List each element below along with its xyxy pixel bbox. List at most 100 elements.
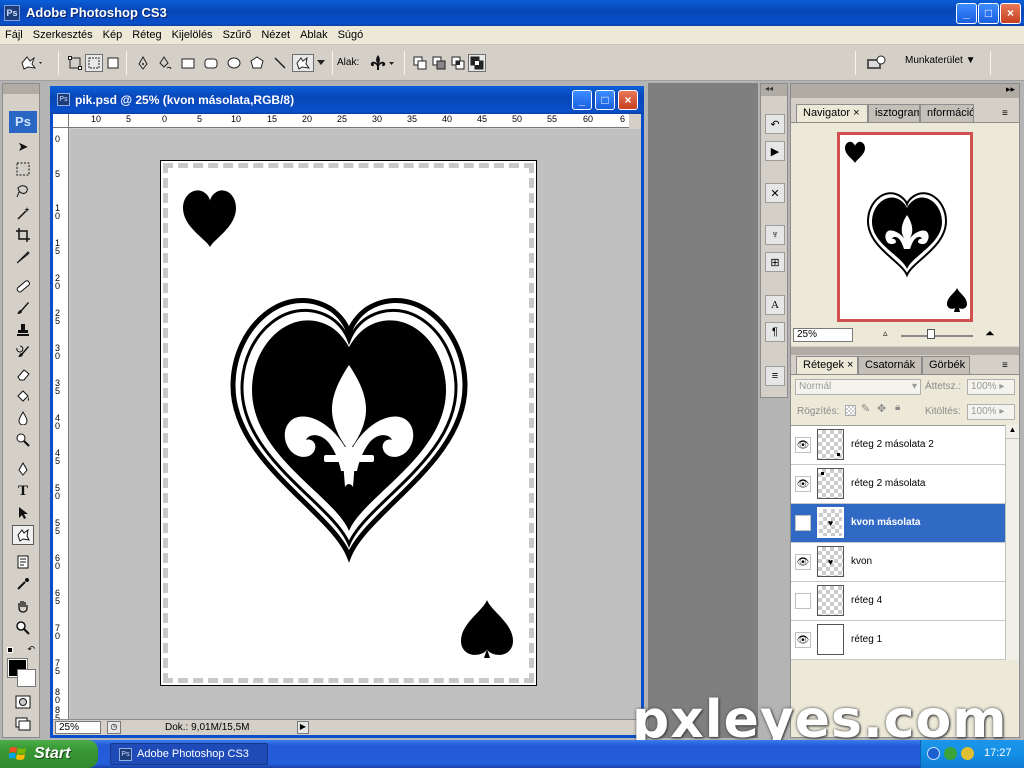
rectangle-option[interactable] (179, 54, 197, 72)
lock-pixels-icon[interactable]: ✎ (861, 402, 870, 415)
magic-wand-tool-icon[interactable] (12, 203, 34, 223)
navigator-preview[interactable] (837, 132, 973, 322)
menu-file[interactable]: Fájl (0, 26, 28, 41)
eye-hidden-toggle[interactable] (795, 593, 811, 609)
swap-colors-icon[interactable]: ↶ (7, 644, 35, 656)
move-tool-icon[interactable]: ➤ (12, 137, 34, 157)
vertical-ruler[interactable]: 0 5 1 0 1 5 2 0 2 5 3 0 3 5 4 0 4 5 5 0 … (53, 128, 69, 723)
tray-expand-icon[interactable] (927, 747, 940, 760)
menu-image[interactable]: Kép (98, 26, 128, 41)
lasso-tool-icon[interactable] (12, 181, 34, 201)
security-icon[interactable] (961, 747, 974, 760)
maximize-button[interactable]: □ (978, 3, 999, 24)
eraser-tool-icon[interactable] (12, 364, 34, 384)
character-panel-icon[interactable]: A (765, 295, 785, 315)
brushes-panel-icon[interactable]: ♆ (765, 225, 785, 245)
eye-icon[interactable]: 👁︎ (795, 554, 811, 570)
menu-help[interactable]: Súgó (333, 26, 369, 41)
paragraph-panel-icon[interactable]: ¶ (765, 322, 785, 342)
horizontal-ruler[interactable]: 10 5 0 5 10 15 20 25 30 35 40 45 50 55 6… (69, 114, 629, 128)
actions-panel-icon[interactable]: ▶ (765, 141, 785, 161)
paint-bucket-tool-icon[interactable] (12, 386, 34, 406)
combine-subtract-button[interactable] (430, 54, 448, 72)
tab-navigator[interactable]: Navigator × (796, 104, 868, 122)
bridge-button[interactable] (864, 54, 888, 72)
start-button[interactable]: Start (0, 740, 98, 768)
dock-grip[interactable]: ◂◂ (761, 84, 787, 96)
menu-select[interactable]: Kijelölés (167, 26, 218, 41)
paths-button[interactable] (85, 54, 103, 72)
line-option[interactable] (271, 54, 289, 72)
layers-panel-header[interactable] (791, 347, 1019, 355)
eye-icon[interactable]: 👁︎ (795, 437, 811, 453)
opacity-field[interactable]: 100% ▸ (967, 379, 1015, 395)
navigator-zoom-slider-track[interactable] (901, 335, 973, 337)
toolbox-grip[interactable] (3, 84, 39, 94)
eye-icon[interactable]: 👁︎ (795, 476, 811, 492)
background-color-swatch[interactable] (17, 669, 36, 687)
workspace-menu[interactable]: Munkaterület ▼ (905, 55, 976, 66)
combine-exclude-button[interactable] (468, 54, 486, 72)
polygon-option[interactable] (248, 54, 266, 72)
shape-layers-button[interactable] (66, 54, 84, 72)
layer-row[interactable]: 👁︎ réteg 1 (791, 621, 1005, 660)
layer-row[interactable]: réteg 4 (791, 582, 1005, 621)
healing-brush-tool-icon[interactable] (12, 276, 34, 296)
tool-presets-icon[interactable]: ✕ (765, 183, 785, 203)
menu-edit[interactable]: Szerkesztés (28, 26, 98, 41)
menu-layer[interactable]: Réteg (127, 26, 166, 41)
hand-tool-icon[interactable] (12, 596, 34, 616)
screen-mode-icon[interactable] (12, 714, 34, 734)
quick-mask-icon[interactable] (12, 692, 34, 712)
tab-channels[interactable]: Csatornák (858, 356, 922, 374)
freeform-pen-option[interactable] (156, 54, 174, 72)
navigator-zoom-field[interactable]: 25% (793, 328, 853, 342)
history-brush-tool-icon[interactable] (12, 342, 34, 362)
menu-view[interactable]: Nézet (256, 26, 295, 41)
lock-position-icon[interactable]: ✥ (877, 402, 886, 415)
layer-row[interactable]: 👁︎ réteg 2 másolata 2 (791, 426, 1005, 465)
tab-info[interactable]: nformáció (920, 104, 974, 122)
geometry-options-dropdown[interactable] (316, 54, 326, 72)
eye-hidden-toggle[interactable] (795, 515, 811, 531)
brush-tool-icon[interactable] (12, 298, 34, 318)
pen-tool-icon[interactable] (12, 459, 34, 479)
menu-filter[interactable]: Szűrő (218, 26, 257, 41)
marquee-tool-icon[interactable] (12, 159, 34, 179)
document-close-button[interactable]: × (618, 90, 638, 110)
panel-menu-icon[interactable]: ≡ (1002, 360, 1008, 371)
minimize-button[interactable]: _ (956, 3, 977, 24)
document-zoom-field[interactable]: 25% (55, 721, 101, 734)
slice-tool-icon[interactable] (12, 247, 34, 267)
ellipse-option[interactable] (225, 54, 243, 72)
dodge-tool-icon[interactable] (12, 430, 34, 450)
path-selection-tool-icon[interactable] (12, 503, 34, 523)
document-title-bar[interactable]: Ps pik.psd @ 25% (kvon másolata,RGB/8) _… (50, 86, 644, 114)
layer-row-selected[interactable]: ♥ kvon másolata (791, 504, 1005, 543)
panel-menu-icon[interactable]: ≡ (1002, 108, 1008, 119)
zoom-out-icon[interactable]: ▵ (883, 328, 888, 339)
eye-icon[interactable]: 👁︎ (795, 632, 811, 648)
tool-preset-picker[interactable] (16, 54, 48, 72)
document-maximize-button[interactable]: □ (595, 90, 615, 110)
status-menu-icon[interactable]: ◷ (107, 721, 121, 734)
history-panel-icon[interactable]: ↶ (765, 114, 785, 134)
taskbar-item-photoshop[interactable]: Ps Adobe Photoshop CS3 (110, 743, 268, 765)
type-tool-icon[interactable]: T (12, 481, 34, 501)
eyedropper-tool-icon[interactable] (12, 574, 34, 594)
pen-tool-option[interactable] (134, 54, 152, 72)
combine-intersect-button[interactable] (449, 54, 467, 72)
scroll-up-icon[interactable]: ▲ (1006, 425, 1019, 439)
menu-window[interactable]: Ablak (295, 26, 333, 41)
tab-curves[interactable]: Görbék (922, 356, 970, 374)
navigator-panel-header[interactable]: ▸▸ (791, 84, 1019, 98)
lock-transparent-icon[interactable] (845, 405, 856, 416)
fill-field[interactable]: 100% ▸ (967, 404, 1015, 420)
crop-tool-icon[interactable] (12, 225, 34, 245)
layer-list-scrollbar[interactable]: ▲ (1005, 425, 1019, 660)
lock-all-icon[interactable]: 🔒︎ (895, 402, 900, 413)
clone-source-icon[interactable]: ⊞ (765, 252, 785, 272)
document-canvas[interactable] (70, 129, 641, 719)
fill-pixels-button[interactable] (104, 54, 122, 72)
close-icon[interactable]: × (853, 107, 859, 119)
